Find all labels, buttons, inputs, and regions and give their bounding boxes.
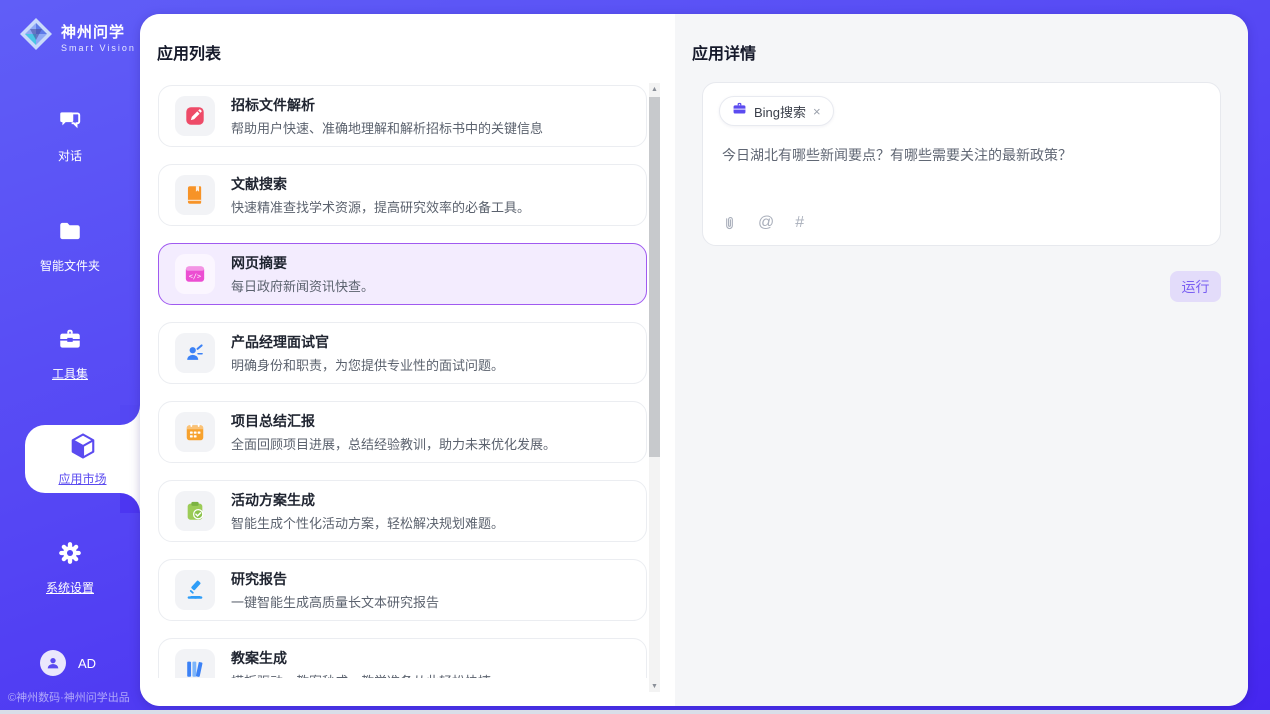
toolbox-icon [57,326,83,357]
folder-icon [57,218,83,249]
active-tab-top-curve [120,405,140,425]
svg-text:</>: </> [189,273,201,281]
app-list-panel: 应用列表 招标文件解析帮助用户快速、准确地理解和解析招标书中的关键信息文献搜索快… [140,14,675,706]
run-button[interactable]: 运行 [1170,271,1221,302]
sidebar-item-label: 应用市场 [58,470,106,487]
user-menu[interactable]: AD [40,650,96,676]
app-card[interactable]: 招标文件解析帮助用户快速、准确地理解和解析招标书中的关键信息 [158,85,647,147]
bottom-edge-strip [0,710,1270,714]
app-name: 活动方案生成 [231,490,504,510]
copyright-footer: ©神州数码·神州问学出品 [8,689,130,705]
sidebar-item-label: 系统设置 [46,579,94,596]
scroll-down-icon[interactable]: ▼ [649,680,660,692]
app-name: 网页摘要 [231,253,374,273]
sidebar-item-label: 智能文件夹 [40,257,100,274]
brand: 神州问学 Smart Vision [18,16,136,57]
sidebar-item-toolset[interactable]: 工具集 [0,326,140,382]
tool-chip-label: Bing搜索 [754,102,806,121]
books-icon [175,649,215,678]
app-description: 模板驱动，教案秒成，教学准备从此轻松快捷 [231,671,491,678]
app-description: 快速精准查找学术资源，提高研究效率的必备工具。 [231,197,530,216]
active-tab-bottom-curve [120,493,140,513]
app-list-title: 应用列表 [157,40,221,64]
app-detail-title: 应用详情 [692,40,756,64]
app-card[interactable]: 项目总结汇报全面回顾项目进展，总结经验教训，助力未来优化发展。 [158,401,647,463]
brand-logo-icon [18,16,54,57]
input-toolbar: @# [722,214,804,232]
scrollbar-thumb[interactable] [649,97,660,457]
app-description: 明确身份和职责，为您提供专业性的面试问题。 [231,355,504,374]
brand-name: 神州问学 [61,21,136,42]
calendar-icon [175,412,215,452]
prompt-text[interactable]: 今日湖北有哪些新闻要点？有哪些需要关注的最新政策？ [722,145,1201,165]
sidebar-item-settings[interactable]: 系统设置 [0,540,140,596]
cube-icon [68,431,98,466]
app-name: 文献搜索 [231,174,530,194]
hashtag-icon[interactable]: # [795,214,804,232]
app-card[interactable]: 活动方案生成智能生成个性化活动方案，轻松解决规划难题。 [158,480,647,542]
sidebar-item-chat[interactable]: 对话 [0,108,140,164]
prompt-input-card[interactable]: Bing搜索 × 今日湖北有哪些新闻要点？有哪些需要关注的最新政策？ @# [702,82,1221,246]
app-description: 智能生成个性化活动方案，轻松解决规划难题。 [231,513,504,532]
avatar[interactable] [40,650,66,676]
app-card[interactable]: </> 网页摘要每日政府新闻资讯快查。 [158,243,647,305]
clipboard-check-icon [175,491,215,531]
app-card[interactable]: 文献搜索快速精准查找学术资源，提高研究效率的必备工具。 [158,164,647,226]
brand-subtitle: Smart Vision [61,43,136,53]
app-name: 项目总结汇报 [231,411,556,431]
chat-icon [57,108,83,139]
app-name: 研究报告 [231,569,439,589]
edit-square-icon [175,96,215,136]
sidebar-item-label: 工具集 [52,365,88,382]
microscope-icon [175,570,215,610]
sidebar-item-smart-folder[interactable]: 智能文件夹 [0,218,140,274]
app-description: 一键智能生成高质量长文本研究报告 [231,592,439,611]
app-name: 招标文件解析 [231,95,543,115]
gear-icon [57,540,83,571]
chip-close-icon[interactable]: × [813,104,821,119]
sidebar-item-label: 对话 [58,147,82,164]
app-description: 每日政府新闻资讯快查。 [231,276,374,295]
app-card-list: 招标文件解析帮助用户快速、准确地理解和解析招标书中的关键信息文献搜索快速精准查找… [158,85,647,678]
app-card[interactable]: 产品经理面试官明确身份和职责，为您提供专业性的面试问题。 [158,322,647,384]
app-name: 教案生成 [231,648,491,668]
sidebar-item-app-market[interactable]: 应用市场 [25,425,140,493]
app-detail-panel: 应用详情 Bing搜索 × 今日湖北有哪些新闻要点？有哪些需要关注的最新政策？ … [675,14,1248,706]
browser-code-icon: </> [175,254,215,294]
book-icon [175,175,215,215]
app-description: 帮助用户快速、准确地理解和解析招标书中的关键信息 [231,118,543,137]
mention-icon[interactable]: @ [758,214,774,232]
app-list-scrollbar[interactable]: ▲ ▼ [649,83,660,692]
sidebar: 神州问学 Smart Vision 对话智能文件夹工具集应用市场系统设置 AD … [0,0,140,714]
app-name: 产品经理面试官 [231,332,504,352]
main-content: 应用列表 招标文件解析帮助用户快速、准确地理解和解析招标书中的关键信息文献搜索快… [140,14,1248,706]
scroll-up-icon[interactable]: ▲ [649,83,660,95]
briefcase-icon [732,101,747,121]
user-name: AD [78,656,96,671]
app-card[interactable]: 教案生成模板驱动，教案秒成，教学准备从此轻松快捷 [158,638,647,678]
app-card[interactable]: 研究报告一键智能生成高质量长文本研究报告 [158,559,647,621]
attach-icon[interactable] [722,215,737,232]
interviewer-icon [175,333,215,373]
tool-chip-bing-search[interactable]: Bing搜索 × [719,96,834,126]
app-description: 全面回顾项目进展，总结经验教训，助力未来优化发展。 [231,434,556,453]
